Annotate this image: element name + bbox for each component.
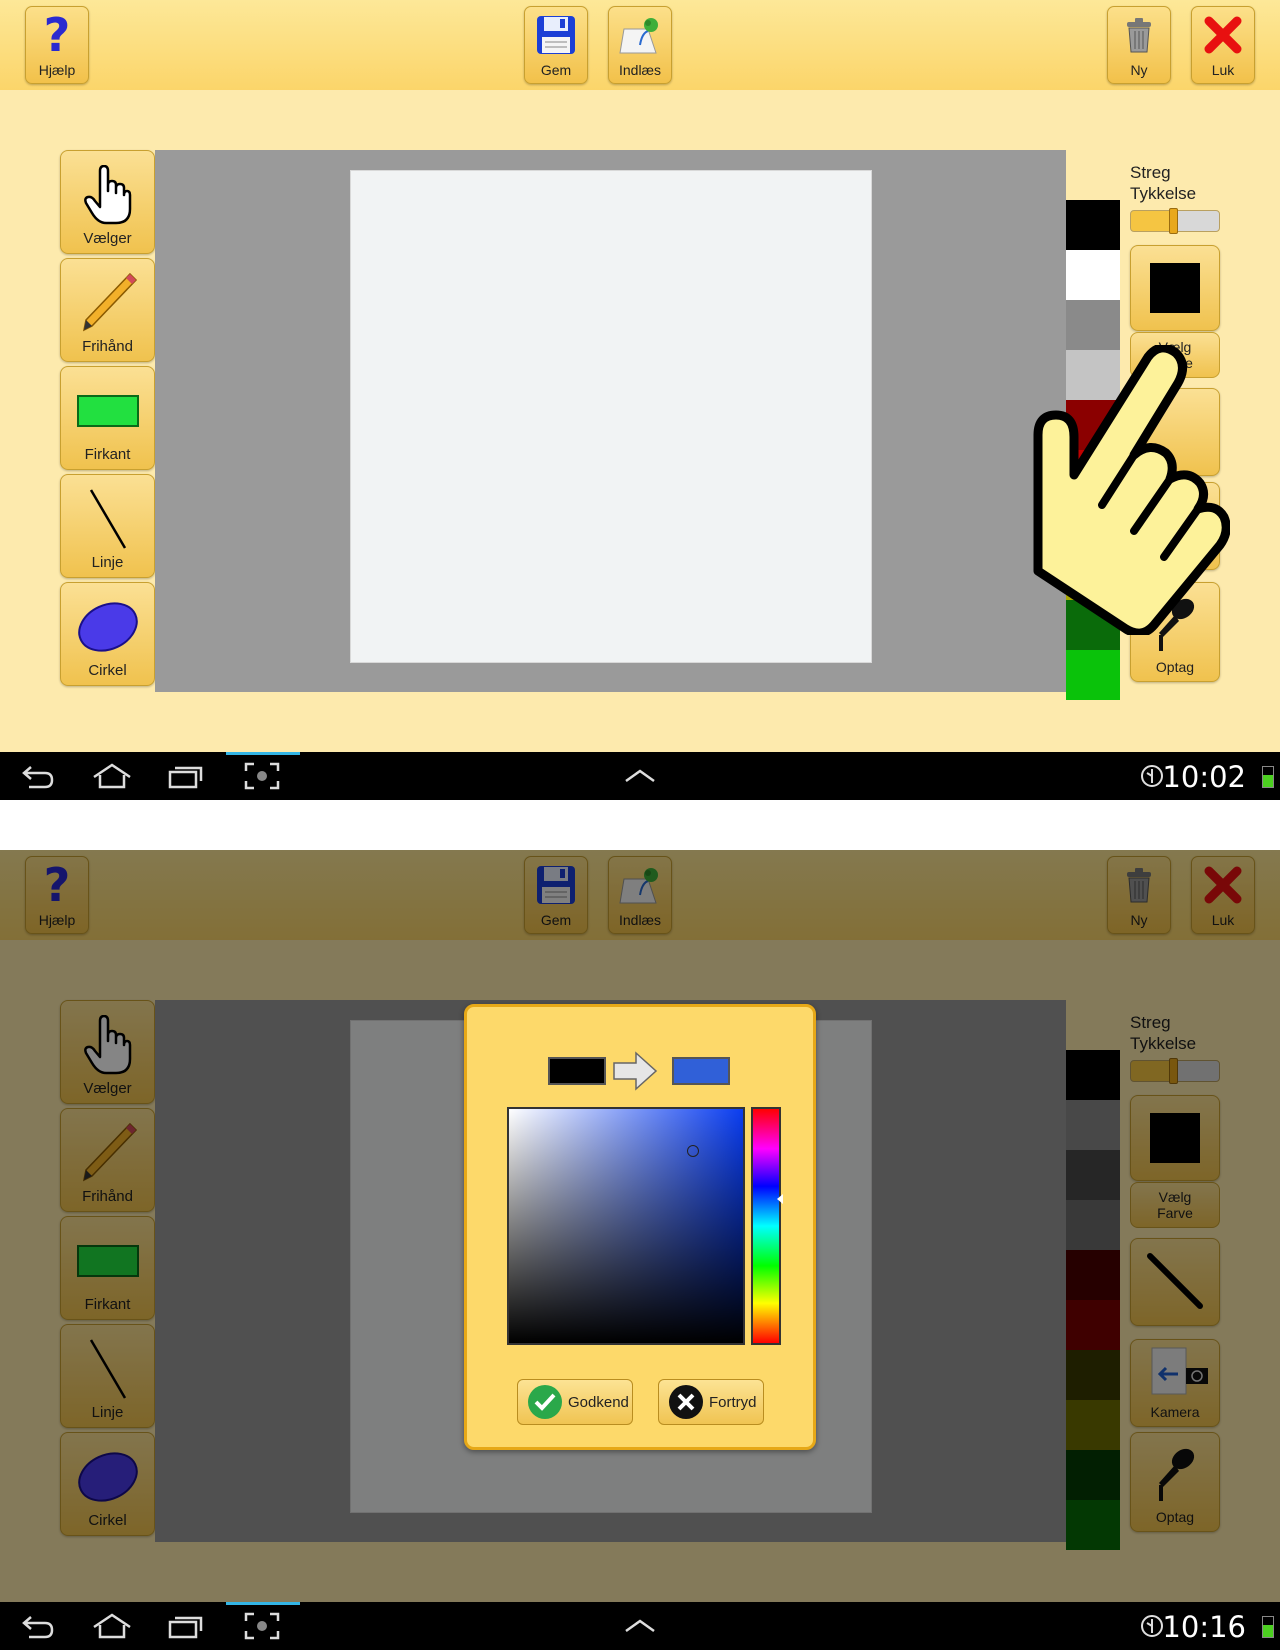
help-button[interactable]: ? Hjælp [25, 6, 89, 84]
active-indicator [226, 752, 300, 755]
palette-swatch[interactable] [1066, 250, 1120, 300]
help-icon: ? [43, 8, 71, 62]
load-icon [609, 11, 671, 59]
tutorial-hand-icon [1030, 343, 1231, 638]
palette-swatch[interactable] [1066, 200, 1120, 250]
tool-rectangle-label: Firkant [84, 446, 131, 463]
palette-swatch[interactable] [1066, 650, 1120, 700]
tool-rectangle[interactable]: Firkant [60, 366, 155, 470]
old-color-swatch [548, 1057, 606, 1085]
tool-circle[interactable]: Cirkel [60, 582, 155, 686]
ellipse-icon [61, 591, 154, 663]
tool-line[interactable]: Linje [60, 474, 155, 578]
active-indicator [226, 1602, 300, 1605]
save-button[interactable]: Gem [524, 6, 588, 84]
save-label: Gem [540, 62, 572, 78]
home-icon[interactable] [92, 1610, 132, 1642]
back-icon[interactable] [18, 760, 58, 792]
checkmark-icon [528, 1385, 562, 1419]
battery-icon [1262, 1616, 1274, 1638]
chevron-up-icon[interactable] [620, 1610, 660, 1642]
screenshot-icon[interactable] [242, 1610, 282, 1642]
close-label: Luk [1211, 62, 1235, 78]
clock: 10:16 [1162, 1610, 1246, 1644]
drawing-canvas[interactable] [350, 170, 872, 663]
current-color-swatch [1131, 256, 1219, 320]
tool-line-label: Linje [91, 554, 124, 571]
new-label: Ny [1130, 62, 1148, 78]
tool-selector-label: Vælger [83, 230, 132, 247]
clock: 10:02 [1162, 760, 1246, 794]
hue-slider[interactable] [751, 1107, 783, 1345]
system-navigation-bar: 10:02 [0, 752, 1280, 800]
line-icon [61, 483, 154, 555]
record-label: Optag [1155, 659, 1195, 675]
home-icon[interactable] [92, 760, 132, 792]
tool-freehand[interactable]: Frihånd [60, 258, 155, 362]
back-icon[interactable] [18, 1610, 58, 1642]
hand-pointer-icon [61, 159, 154, 231]
new-color-swatch [672, 1057, 730, 1085]
recent-apps-icon[interactable] [166, 1610, 206, 1642]
chevron-up-icon[interactable] [620, 760, 660, 792]
tool-selector[interactable]: Vælger [60, 150, 155, 254]
picker-cursor[interactable] [687, 1145, 699, 1157]
cancel-x-icon [669, 1385, 703, 1419]
pencil-icon [61, 267, 154, 339]
cancel-label: Fortryd [709, 1393, 757, 1411]
screenshot-bottom: ? Hjælp Gem Indlæs Ny Luk Vælger Frihånd… [0, 850, 1280, 1650]
tool-freehand-label: Frihånd [82, 338, 133, 355]
screenshot-top: ? Hjælp Gem Indlæs Ny Luk Vælger Frihånd… [0, 0, 1280, 800]
screenshot-icon[interactable] [242, 760, 282, 792]
trash-icon [1108, 11, 1170, 59]
load-button[interactable]: Indlæs [608, 6, 672, 84]
accept-button[interactable]: Godkend [517, 1379, 633, 1425]
color-picker-dialog: Godkend Fortryd [464, 1004, 816, 1450]
close-button[interactable]: Luk [1191, 6, 1255, 84]
stroke-width-slider[interactable] [1130, 208, 1220, 234]
tool-circle-label: Cirkel [88, 662, 127, 679]
palette-swatch[interactable] [1066, 300, 1120, 350]
slider-knob[interactable] [1169, 208, 1178, 234]
rectangle-icon [61, 375, 154, 447]
drawing-area[interactable] [155, 150, 1066, 692]
system-navigation-bar: 10:16 [0, 1602, 1280, 1650]
battery-icon [1262, 766, 1274, 788]
help-label: Hjælp [38, 62, 76, 78]
load-label: Indlæs [618, 62, 662, 78]
hue-marker[interactable] [777, 1194, 783, 1204]
cancel-button[interactable]: Fortryd [658, 1379, 764, 1425]
current-color-button[interactable] [1130, 245, 1220, 331]
saturation-value-picker[interactable] [507, 1107, 745, 1345]
arrow-right-icon [612, 1051, 658, 1096]
recent-apps-icon[interactable] [166, 760, 206, 792]
accept-label: Godkend [568, 1393, 629, 1411]
new-button[interactable]: Ny [1107, 6, 1171, 84]
top-toolbar: ? Hjælp Gem Indlæs Ny Luk [0, 0, 1280, 90]
save-icon [525, 11, 587, 59]
close-icon [1192, 11, 1254, 59]
stroke-width-title: Streg Tykkelse [1130, 163, 1197, 203]
